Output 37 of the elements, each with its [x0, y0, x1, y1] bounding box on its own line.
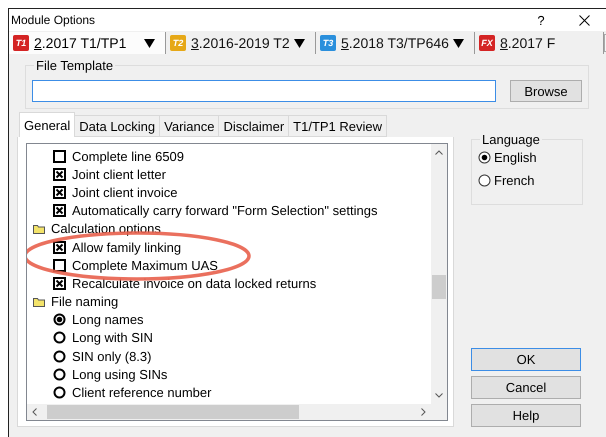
option-label: Long names: [72, 312, 144, 328]
module-badge: FX: [479, 35, 495, 51]
dialog-button[interactable]: Help: [471, 404, 581, 427]
group-legend: File Template: [34, 58, 116, 73]
option-label: Automatically carry forward "Form Selection" settings: [72, 203, 378, 218]
tab[interactable]: Variance: [159, 115, 220, 137]
tab[interactable]: Data Locking: [74, 115, 160, 137]
tab[interactable]: T1/TP1 Review: [288, 115, 388, 137]
group-label[interactable]: File naming: [51, 294, 118, 310]
option-label: Long with SIN: [72, 330, 153, 346]
option-label: SIN only (8.3): [72, 348, 152, 364]
dialog-button[interactable]: OK: [471, 348, 581, 371]
group-legend: Language: [480, 132, 542, 147]
module-label: 3.2016-2019 T2: [191, 35, 291, 51]
option-label: Complete line 6509: [72, 148, 184, 164]
module-label: 5.2018 T3/TP646: [341, 35, 450, 51]
radio-label: English: [494, 150, 537, 165]
option-label: Long using SINs: [72, 366, 168, 382]
option-label: Joint client invoice: [72, 184, 178, 200]
module-label: 2.2017 T1/TP1: [34, 35, 128, 51]
option-label: Client reference number: [72, 385, 212, 400]
module-badge: T1: [13, 35, 29, 51]
tab[interactable]: Disclaimer: [218, 115, 290, 137]
option-label: Complete Maximum UAS: [72, 258, 218, 273]
help-mark[interactable]: ?: [521, 12, 561, 28]
option-label: Allow family linking: [72, 240, 182, 255]
module-badge: T2: [170, 35, 186, 51]
module-label: 8.2017 F: [500, 35, 556, 51]
module-badge: T3: [320, 35, 336, 51]
tab[interactable]: General: [19, 112, 76, 137]
module-tab[interactable]: T1 2.2017 T1/TP1: [9, 32, 166, 54]
window-title: Module Options: [11, 13, 96, 27]
option-label: Joint client letter: [72, 166, 166, 182]
radio-label: French: [494, 173, 534, 188]
option-label: Recalculate invoice on data locked returns: [72, 276, 316, 291]
browse-button[interactable]: Browse: [510, 80, 582, 102]
dialog-button[interactable]: Cancel: [471, 376, 581, 399]
